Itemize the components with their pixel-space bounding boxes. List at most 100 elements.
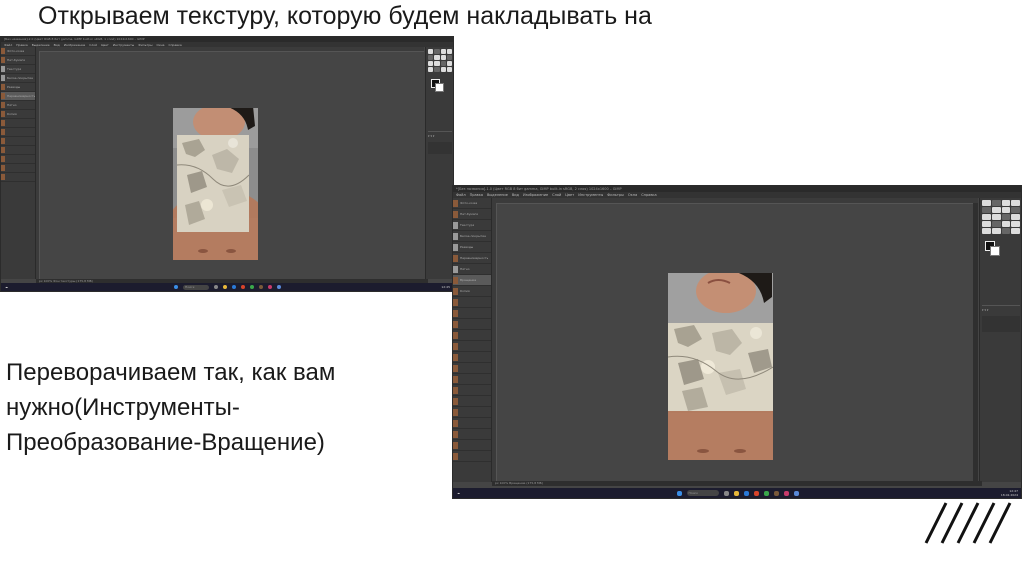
tool-icon[interactable] [1011, 207, 1020, 213]
tool-icon[interactable] [991, 228, 1001, 234]
start-icon[interactable] [676, 490, 682, 496]
taskbar-clock[interactable]: 12:47 18.02.2024 [970, 489, 1021, 497]
layer-item[interactable] [453, 308, 491, 319]
layer-item[interactable]: Разводы [453, 242, 491, 253]
tool-icon[interactable] [991, 214, 1001, 220]
menu-layer[interactable]: Слой [552, 193, 561, 197]
explorer-icon[interactable] [223, 285, 227, 289]
layer-item[interactable] [453, 319, 491, 330]
tool-icon[interactable] [1001, 214, 1011, 220]
menu-select[interactable]: Выделение [487, 193, 508, 197]
taskbar-search[interactable]: Поиск [183, 284, 209, 290]
tool-icon[interactable] [1001, 200, 1011, 206]
layer-item[interactable] [453, 341, 491, 352]
layer-item-active[interactable]: Неравномерность [1, 92, 35, 101]
tool-icon[interactable] [1011, 228, 1020, 234]
layer-item[interactable]: Разводы [1, 83, 35, 92]
gimp-icon[interactable] [259, 285, 263, 289]
app-icon[interactable] [783, 490, 789, 496]
layer-item[interactable] [453, 297, 491, 308]
tool-icon[interactable] [982, 228, 991, 234]
tool-icon[interactable] [991, 221, 1001, 227]
explorer-icon[interactable] [733, 490, 739, 496]
tool-icon[interactable] [1001, 221, 1011, 227]
menu-windows[interactable]: Окна [157, 43, 165, 47]
tool-icon[interactable] [434, 67, 440, 72]
layer-item[interactable]: Неравномерность [453, 253, 491, 264]
app-icon[interactable] [753, 490, 759, 496]
menu-tools[interactable]: Инструменты [578, 193, 603, 197]
tool-icon[interactable] [446, 55, 452, 60]
layer-item[interactable] [1, 173, 35, 182]
layer-item[interactable] [1, 128, 35, 137]
tool-icon[interactable] [991, 200, 1001, 206]
menu-edit[interactable]: Правка [16, 43, 27, 47]
tool-icon[interactable] [982, 221, 991, 227]
menu-view[interactable]: Вид [54, 43, 60, 47]
tool-icon[interactable] [428, 67, 434, 72]
layer-item[interactable] [1, 164, 35, 173]
edge-icon[interactable] [232, 285, 236, 289]
tool-icon[interactable] [434, 61, 440, 66]
app-icon[interactable] [268, 285, 272, 289]
start-icon[interactable] [174, 285, 178, 289]
menu-image[interactable]: Изображение [64, 43, 86, 47]
menu-help[interactable]: Справка [168, 43, 181, 47]
layer-item[interactable] [453, 451, 491, 462]
layer-item[interactable]: Нет-бумаги [1, 56, 35, 65]
tool-icon[interactable] [440, 55, 446, 60]
weather-widget[interactable]: ☁ [453, 491, 505, 495]
tool-icon[interactable] [991, 207, 1001, 213]
layer-item[interactable]: Пятно [453, 264, 491, 275]
app-icon[interactable] [250, 285, 254, 289]
tool-icon[interactable] [434, 49, 440, 54]
menu-edit[interactable]: Правка [470, 193, 483, 197]
layer-item[interactable] [453, 385, 491, 396]
gimp-icon[interactable] [773, 490, 779, 496]
menu-image[interactable]: Изображение [523, 193, 548, 197]
menu-help[interactable]: Справка [641, 193, 656, 197]
layer-item[interactable] [453, 396, 491, 407]
app-icon[interactable] [763, 490, 769, 496]
layer-item[interactable]: Белое-покрытие [1, 74, 35, 83]
fg-bg-color-icon[interactable] [983, 239, 1019, 256]
tool-icon[interactable] [428, 49, 434, 54]
tool-icon[interactable] [1011, 214, 1020, 220]
layer-item[interactable]: Нет-бумаги [453, 209, 491, 220]
tool-icon[interactable] [446, 67, 452, 72]
tool-icon[interactable] [982, 214, 991, 220]
layer-item[interactable]: Текстура [1, 65, 35, 74]
tool-icon[interactable] [982, 207, 991, 213]
menu-colors[interactable]: Цвет [101, 43, 109, 47]
layer-item[interactable]: Пятно [1, 101, 35, 110]
layer-item[interactable]: Копия [1, 110, 35, 119]
menu-layer[interactable]: Слой [89, 43, 97, 47]
fg-bg-color-icon[interactable] [429, 77, 451, 92]
menu-file[interactable]: Файл [4, 43, 12, 47]
menu-view[interactable]: Вид [512, 193, 519, 197]
layer-item[interactable] [453, 418, 491, 429]
edge-icon[interactable] [743, 490, 749, 496]
tool-icon[interactable] [446, 49, 452, 54]
task-view-icon[interactable] [214, 285, 218, 289]
tool-icon[interactable] [982, 200, 991, 206]
layer-item[interactable] [1, 137, 35, 146]
menu-filters[interactable]: Фильтры [607, 193, 624, 197]
layer-item[interactable] [453, 352, 491, 363]
task-view-icon[interactable] [723, 490, 729, 496]
app-icon[interactable] [793, 490, 799, 496]
tool-icon[interactable] [440, 49, 446, 54]
menu-select[interactable]: Выделение [32, 43, 50, 47]
layer-item[interactable] [453, 330, 491, 341]
menu-colors[interactable]: Цвет [565, 193, 574, 197]
layer-item[interactable] [453, 407, 491, 418]
canvas-vertical-scrollbar[interactable] [973, 203, 978, 481]
tool-icon[interactable] [428, 61, 434, 66]
tool-icon[interactable] [434, 55, 440, 60]
menu-filters[interactable]: Фильтры [138, 43, 152, 47]
layer-item[interactable] [1, 146, 35, 155]
tool-icon[interactable] [1011, 221, 1020, 227]
layer-item[interactable]: Текстура [453, 220, 491, 231]
tool-icon[interactable] [440, 61, 446, 66]
layer-item[interactable]: Копия [453, 286, 491, 297]
